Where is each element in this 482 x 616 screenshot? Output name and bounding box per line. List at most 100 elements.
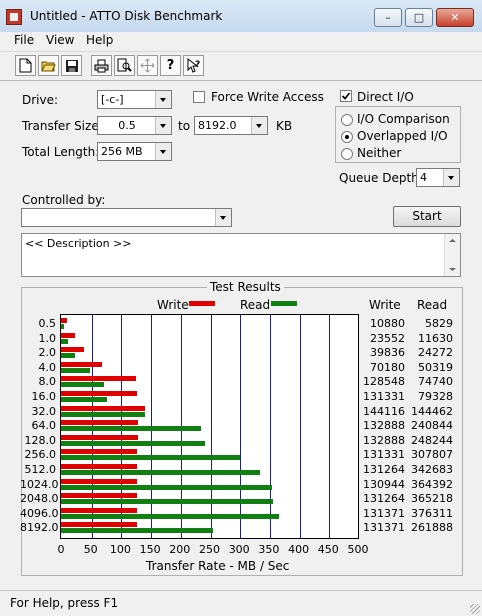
write-value: 131264 <box>363 463 405 476</box>
chevron-down-icon[interactable] <box>443 169 459 186</box>
description-scrollbar[interactable] <box>444 234 460 276</box>
write-value: 132888 <box>363 433 405 447</box>
write-bar <box>61 493 138 499</box>
read-bar <box>61 353 76 359</box>
menu-view[interactable]: View <box>46 33 74 47</box>
transfer-size-label: Transfer Size: <box>22 119 103 133</box>
x-tick-label: 100 <box>109 543 131 556</box>
write-value: 131371 <box>363 521 405 535</box>
drive-select[interactable]: [-c-] <box>97 90 172 109</box>
grid-line <box>210 315 212 538</box>
overlapped-io-label: Overlapped I/O <box>357 129 448 143</box>
read-bar <box>61 426 201 432</box>
total-length-value: 256 MB <box>101 145 143 158</box>
maximize-button[interactable]: □ <box>405 8 433 27</box>
write-bar <box>61 361 102 367</box>
drive-label: Drive: <box>22 93 59 107</box>
radio-neither[interactable] <box>341 148 353 160</box>
read-value: 365218 <box>411 492 453 506</box>
chevron-down-icon[interactable] <box>155 117 171 134</box>
write-value: 131264 <box>363 492 405 506</box>
y-category-label: 1.0 <box>38 331 57 345</box>
svg-text:?: ? <box>195 60 200 70</box>
direct-io-checkbox[interactable] <box>340 90 352 102</box>
chevron-down-icon[interactable] <box>155 143 171 160</box>
legend-read-swatch <box>271 301 297 306</box>
x-tick-label: 250 <box>199 543 220 556</box>
title-bar[interactable]: Untitled - ATTO Disk Benchmark – □ ✕ <box>0 0 482 33</box>
radio-io-comparison[interactable] <box>341 114 353 126</box>
print-icon[interactable] <box>91 55 112 76</box>
close-icon: ✕ <box>450 11 460 24</box>
transfer-size-to-value: 8192.0 <box>198 119 237 132</box>
y-category-label: 2048.0 <box>20 492 59 506</box>
description-text: << Description >> <box>25 237 132 250</box>
controlled-by-select[interactable] <box>21 208 232 227</box>
queue-depth-value: 4 <box>420 171 427 184</box>
y-category-label: 4096.0 <box>20 506 59 520</box>
read-value: 376311 <box>411 506 453 520</box>
column-header-read: Read <box>417 298 448 312</box>
minimize-button[interactable]: – <box>374 8 402 27</box>
description-textarea[interactable]: << Description >> <box>21 233 461 277</box>
column-header-write: Write <box>369 298 401 312</box>
chevron-down-icon[interactable] <box>251 117 267 134</box>
read-value: 248244 <box>411 433 453 447</box>
menu-file[interactable]: File <box>14 33 34 47</box>
context-help-icon[interactable]: ? <box>183 55 204 76</box>
help-icon[interactable]: ? <box>160 55 181 76</box>
move-icon[interactable] <box>137 55 158 76</box>
write-value: 131331 <box>363 390 405 403</box>
write-bar <box>61 332 75 338</box>
queue-depth-label: Queue Depth: <box>339 171 423 185</box>
write-bar <box>61 376 136 382</box>
menu-bar: File View Help <box>0 32 482 50</box>
chevron-down-icon[interactable] <box>155 91 171 108</box>
queue-depth-select[interactable]: 4 <box>416 168 460 187</box>
y-category-label: 512.0 <box>24 463 57 476</box>
total-length-label: Total Length: <box>22 145 100 159</box>
read-value: 79328 <box>418 390 453 403</box>
radio-overlapped-io[interactable] <box>341 131 353 143</box>
grid-line <box>329 315 331 538</box>
read-bar <box>61 455 240 461</box>
resize-grip-icon[interactable] <box>470 604 480 614</box>
x-tick-label: 450 <box>317 543 339 556</box>
write-bar <box>61 464 138 469</box>
read-value: 24272 <box>418 346 453 360</box>
read-value: 5829 <box>425 317 453 330</box>
new-file-icon[interactable] <box>15 55 36 76</box>
maximize-icon: □ <box>413 11 425 24</box>
controlled-by-label: Controlled by: <box>22 193 106 207</box>
write-bar <box>61 478 137 484</box>
y-category-label: 16.0 <box>31 390 57 403</box>
read-value: 261888 <box>411 521 453 535</box>
write-value: 23552 <box>370 331 405 345</box>
print-preview-icon[interactable] <box>114 55 135 76</box>
total-length-select[interactable]: 256 MB <box>97 142 172 161</box>
io-comparison-label: I/O Comparison <box>357 112 450 126</box>
transfer-size-from-select[interactable]: 0.5 <box>97 116 172 135</box>
kb-label: KB <box>276 119 293 133</box>
y-category-label: 4.0 <box>38 360 57 374</box>
force-write-checkbox[interactable] <box>193 91 205 103</box>
chevron-down-icon[interactable] <box>215 209 231 226</box>
direct-io-label: Direct I/O <box>357 90 414 104</box>
start-button[interactable]: Start <box>393 206 461 227</box>
save-icon[interactable] <box>61 55 82 76</box>
menu-help[interactable]: Help <box>86 33 113 47</box>
write-value: 132888 <box>363 419 405 433</box>
transfer-size-to-select[interactable]: 8192.0 <box>194 116 268 135</box>
y-category-label: 8.0 <box>38 375 57 389</box>
write-bar <box>61 522 138 528</box>
to-label: to <box>178 119 191 133</box>
write-bar <box>61 347 85 353</box>
grid-line <box>299 315 301 538</box>
write-value: 70180 <box>370 360 405 374</box>
write-bar <box>61 420 139 426</box>
x-tick-label: 500 <box>347 543 369 556</box>
open-folder-icon[interactable] <box>38 55 59 76</box>
write-bar <box>61 449 138 455</box>
close-button[interactable]: ✕ <box>436 8 474 27</box>
write-value: 10880 <box>370 317 405 330</box>
